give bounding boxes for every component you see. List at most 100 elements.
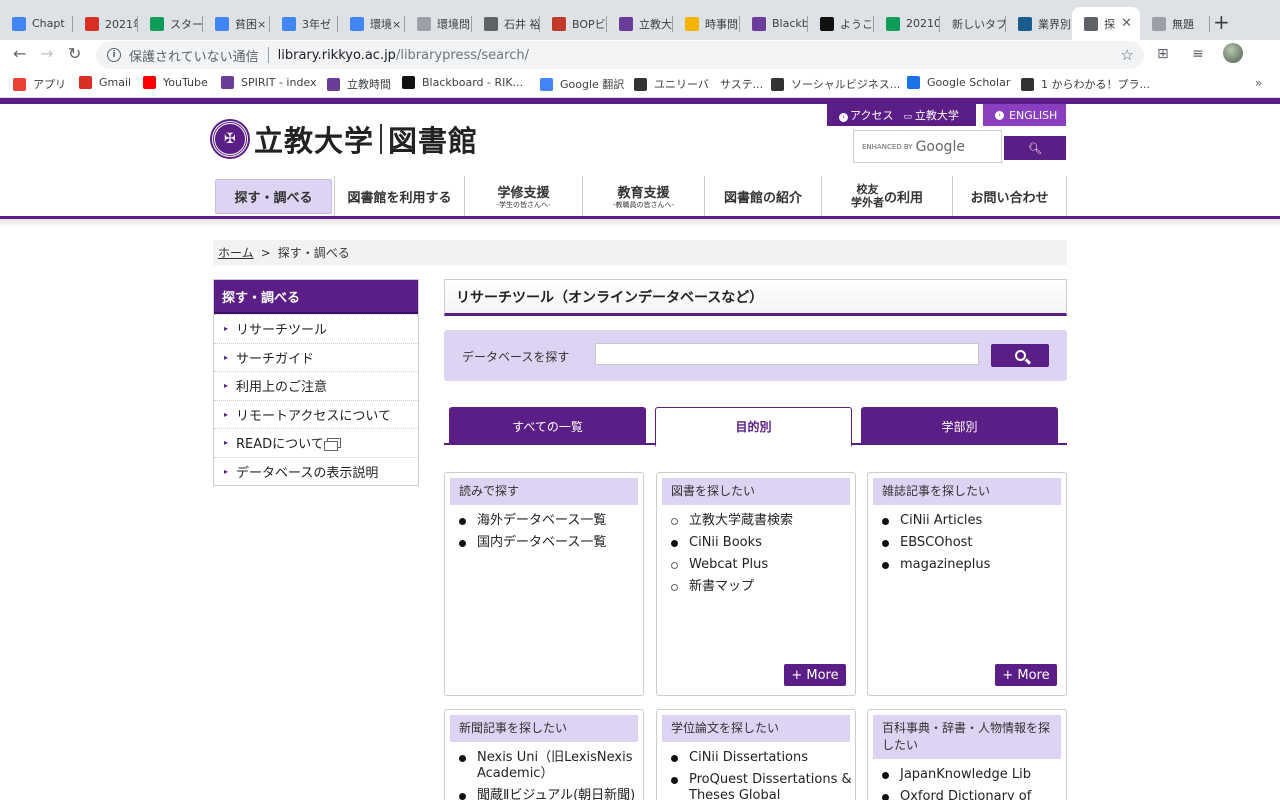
english-button[interactable]: › ENGLISH xyxy=(983,104,1066,126)
database-link[interactable]: Nexis Uni（旧LexisNexis Academic） xyxy=(457,750,643,782)
external-window-icon xyxy=(323,437,341,451)
nav-contact[interactable]: お問い合わせ xyxy=(953,176,1067,216)
bookmark-item[interactable]: ソーシャルビジネス... xyxy=(771,76,900,92)
bookmark-item[interactable]: Gmail xyxy=(79,76,131,89)
nav-learning-support[interactable]: 学修支援 -学生の皆さんへ- xyxy=(465,176,583,216)
n-icon xyxy=(1021,77,1034,91)
back-icon[interactable]: ← xyxy=(13,44,26,63)
pdf-icon xyxy=(484,16,498,31)
rikkyo-icon xyxy=(619,16,633,31)
sidebar-item-db-display[interactable]: ▸ データベースの表示説明 xyxy=(214,456,418,486)
open-circle-bullet-icon xyxy=(671,584,678,591)
access-link[interactable]: › アクセス ▭ 立教大学 xyxy=(827,104,976,126)
browser-tab[interactable]: Blackb xyxy=(740,7,808,40)
database-link[interactable]: CiNii Books xyxy=(669,535,855,551)
browser-tab[interactable]: Chapt xyxy=(0,7,73,40)
database-link[interactable]: JapanKnowledge Lib xyxy=(880,767,1066,783)
sidebar-item-remote-access[interactable]: ▸ リモートアクセスについて xyxy=(214,399,418,429)
address-bar[interactable]: i 保護されていない通信 library.rikkyo.ac.jp/librar… xyxy=(96,41,1144,69)
browser-tab[interactable]: 立教大 xyxy=(607,7,673,40)
browser-tab[interactable]: 探 ✕ xyxy=(1072,7,1140,40)
database-link[interactable]: EBSCOhost xyxy=(880,535,1066,551)
database-link[interactable]: 海外データベース一覧 xyxy=(457,513,643,529)
browser-tab[interactable]: ようこ xyxy=(808,7,874,40)
database-link[interactable]: 新書マップ xyxy=(669,579,855,595)
browser-tab[interactable]: 2021年 xyxy=(73,7,138,40)
browser-tab[interactable]: 環境問 xyxy=(405,7,472,40)
more-button[interactable]: + More xyxy=(784,664,846,686)
browser-tab[interactable]: 3年ゼ xyxy=(270,7,338,40)
filled-circle-bullet-icon xyxy=(459,518,466,525)
bookmark-item[interactable]: SPIRIT - index xyxy=(221,76,317,89)
sidebar-item-read[interactable]: ▸ READについて xyxy=(214,428,418,457)
bookmark-item[interactable]: アプリ xyxy=(13,76,66,92)
more-button[interactable]: + More xyxy=(995,664,1057,686)
database-search-button[interactable] xyxy=(991,344,1049,367)
browser-tab[interactable]: 石井 裕 xyxy=(472,7,540,40)
nav-external-users[interactable]: 校友 学外者 の利用 xyxy=(822,176,953,216)
library-logo[interactable]: ✠ 立教大学 図書館 xyxy=(212,118,478,160)
info-icon[interactable]: i xyxy=(107,48,121,62)
tab-by-purpose[interactable]: 目的別 xyxy=(655,407,852,447)
browser-tab[interactable]: BOPビ xyxy=(540,7,607,40)
university-link[interactable]: 立教大学 xyxy=(915,109,959,122)
s-site-icon xyxy=(1018,16,1032,31)
database-search-input[interactable] xyxy=(595,343,979,365)
database-link[interactable]: ProQuest Dissertations & Theses Global xyxy=(669,772,855,800)
database-link[interactable]: 国内データベース一覧 xyxy=(457,535,643,551)
reload-icon[interactable]: ↻ xyxy=(68,44,81,63)
bookmark-star-icon[interactable]: ☆ xyxy=(1121,46,1134,64)
site-search-input[interactable]: ENHANCED BY Google xyxy=(853,130,1002,163)
browser-tab[interactable]: 20210 xyxy=(874,7,940,40)
database-link[interactable]: magazineplus xyxy=(880,557,1066,573)
reading-list-icon[interactable]: ≡ xyxy=(1192,46,1204,62)
extensions-icon[interactable]: ⊞ xyxy=(1157,46,1169,62)
tab-by-faculty[interactable]: 学部別 xyxy=(861,407,1058,445)
external-window-icon: ▭ xyxy=(903,112,915,122)
blackboard-icon xyxy=(402,76,415,89)
browser-tab[interactable]: 無題 xyxy=(1140,7,1210,40)
google-slides-icon xyxy=(685,16,699,31)
site-search-button[interactable]: 🔍︎ xyxy=(1004,136,1066,160)
sidebar-item-search-guide[interactable]: ▸ サーチガイド xyxy=(214,342,418,372)
database-link[interactable]: 立教大学蔵書検索 xyxy=(669,513,855,529)
profile-avatar[interactable] xyxy=(1223,43,1243,63)
database-link[interactable]: Oxford Dictionary of xyxy=(880,789,1066,800)
breadcrumb-home-link[interactable]: ホーム xyxy=(218,244,254,261)
browser-tab[interactable]: 貧困× xyxy=(203,7,270,40)
database-link[interactable]: CiNii Dissertations xyxy=(669,750,855,766)
nav-use-library[interactable]: 図書館を利用する xyxy=(335,176,465,216)
database-link[interactable]: Webcat Plus xyxy=(669,557,855,573)
bookmarks-overflow-icon[interactable]: » xyxy=(1255,76,1262,90)
database-link[interactable]: 聞蔵Ⅱビジュアル(朝日新聞) xyxy=(457,788,643,800)
nav-teaching-support[interactable]: 教育支援 -教職員の皆さんへ- xyxy=(583,176,705,216)
nav-search-research[interactable]: 探す・調べる xyxy=(213,176,335,216)
browser-tab[interactable]: 新しいタブ xyxy=(940,7,1006,40)
bookmark-item[interactable]: Google 翻訳 xyxy=(540,76,624,92)
database-link[interactable]: CiNii Articles xyxy=(880,513,1066,529)
bookmark-item[interactable]: ユニリーバ サステ... xyxy=(634,76,763,92)
browser-tab[interactable]: 環境× xyxy=(338,7,405,40)
bookmark-item[interactable]: 立教時間 xyxy=(327,76,391,92)
new-tab-icon[interactable]: + xyxy=(1213,10,1230,34)
sidebar-item-usage-notes[interactable]: ▸ 利用上のご注意 xyxy=(214,371,418,400)
tab-all-list[interactable]: すべての一覧 xyxy=(449,407,646,445)
filled-circle-bullet-icon xyxy=(459,793,466,800)
triangle-right-icon: ▸ xyxy=(224,438,229,448)
forward-icon[interactable]: → xyxy=(40,44,53,63)
card-title: 学位論文を探したい xyxy=(662,715,850,742)
bookmarks-bar: アプリ Gmail YouTube SPIRIT - index 立教時間 Blackbo… xyxy=(0,70,1280,98)
nav-about-library[interactable]: 図書館の紹介 xyxy=(705,176,822,216)
bookmark-item[interactable]: 1 からわかる！プラ... xyxy=(1021,76,1150,92)
browser-tab[interactable]: 業界別 xyxy=(1006,7,1072,40)
browser-tab[interactable]: 時事問 xyxy=(673,7,740,40)
globe-icon xyxy=(1084,16,1098,31)
sidebar-item-research-tools[interactable]: ▸ リサーチツール xyxy=(214,314,418,343)
bookmark-item[interactable]: YouTube xyxy=(143,76,208,89)
close-tab-icon[interactable]: ✕ xyxy=(1121,16,1132,31)
bookmark-item[interactable]: Blackboard - RIK... xyxy=(402,76,523,89)
bookmark-item[interactable]: Google Scholar xyxy=(907,76,1010,89)
open-circle-bullet-icon xyxy=(671,562,678,569)
triangle-right-icon: ▸ xyxy=(224,352,229,362)
browser-tab[interactable]: スター xyxy=(138,7,203,40)
